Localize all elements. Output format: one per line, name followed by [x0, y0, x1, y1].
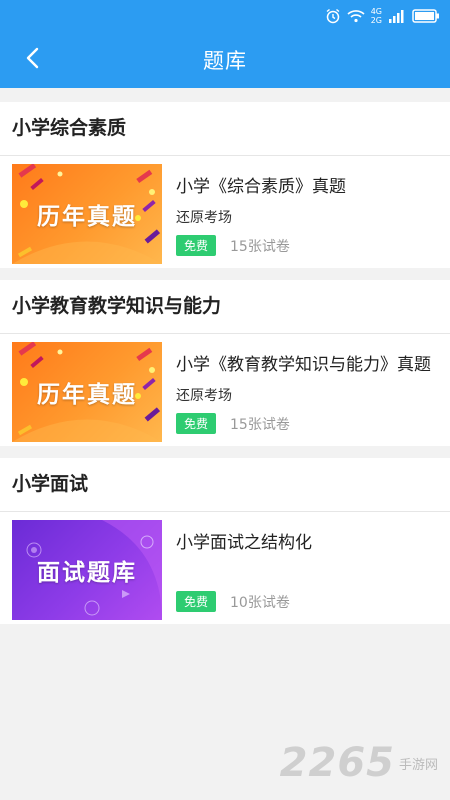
signal-icon [388, 9, 406, 23]
page-title: 题库 [203, 49, 247, 73]
thumbnail-label: 历年真题 [37, 382, 137, 408]
section-teaching-knowledge: 小学教育教学知识与能力 历年真题 小学《教育教学知识与能力》真题 还原考场 免费… [0, 280, 450, 446]
interview-bank-thumbnail: 面试题库 [12, 520, 162, 620]
alarm-icon [325, 8, 341, 24]
item-subtitle: 还原考场 [176, 388, 232, 404]
paper-count: 15张试卷 [230, 416, 290, 433]
paper-count: 10张试卷 [230, 594, 290, 611]
item-info: 小学《综合素质》真题 还原考场 免费 15张试卷 [176, 164, 438, 264]
free-badge: 免费 [176, 591, 217, 612]
thumbnail-label: 面试题库 [37, 560, 137, 586]
paper-count: 15张试卷 [230, 238, 290, 255]
item-title: 小学面试之结构化 [176, 533, 312, 553]
question-bank-list: 小学综合素质 历年真题 小学《综合素质》真题 还原考场 免费 15张试卷 小学教… [0, 102, 450, 636]
item-title: 小学《综合素质》真题 [176, 177, 346, 197]
chevron-left-icon [25, 47, 39, 73]
past-exams-thumbnail: 历年真题 [12, 342, 162, 442]
section-title: 小学面试 [0, 458, 450, 512]
back-button[interactable] [14, 42, 50, 78]
site-watermark: 2265 手游网 [280, 740, 438, 786]
free-badge: 免费 [176, 413, 217, 434]
item-info: 小学《教育教学知识与能力》真题 还原考场 免费 15张试卷 [176, 342, 438, 442]
item-info: 小学面试之结构化 免费 10张试卷 [176, 520, 438, 620]
watermark-number: 2265 [279, 740, 395, 786]
battery-icon [412, 9, 440, 23]
wifi-icon [347, 9, 365, 23]
list-item[interactable]: 历年真题 小学《教育教学知识与能力》真题 还原考场 免费 15张试卷 [0, 334, 450, 446]
section-interview: 小学面试 面试题库 小学面试之结构化 免费 10张试卷 [0, 458, 450, 624]
item-title: 小学《教育教学知识与能力》真题 [176, 355, 431, 375]
item-meta: 免费 10张试卷 [176, 591, 290, 612]
section-comprehensive-quality: 小学综合素质 历年真题 小学《综合素质》真题 还原考场 免费 15张试卷 [0, 102, 450, 268]
item-meta: 免费 15张试卷 [176, 413, 290, 434]
item-subtitle: 还原考场 [176, 210, 232, 226]
section-title: 小学综合素质 [0, 102, 450, 156]
free-badge: 免费 [176, 235, 217, 256]
status-bar: 4G 2G [0, 0, 450, 32]
watermark-text: 手游网 [398, 757, 438, 773]
list-item[interactable]: 历年真题 小学《综合素质》真题 还原考场 免费 15张试卷 [0, 156, 450, 268]
past-exams-thumbnail: 历年真题 [12, 164, 162, 264]
header-bar: 题库 [0, 32, 450, 88]
section-title: 小学教育教学知识与能力 [0, 280, 450, 334]
list-item[interactable]: 面试题库 小学面试之结构化 免费 10张试卷 [0, 512, 450, 624]
thumbnail-label: 历年真题 [37, 204, 137, 230]
item-meta: 免费 15张试卷 [176, 235, 290, 256]
network-type-label: 4G 2G [370, 7, 382, 25]
